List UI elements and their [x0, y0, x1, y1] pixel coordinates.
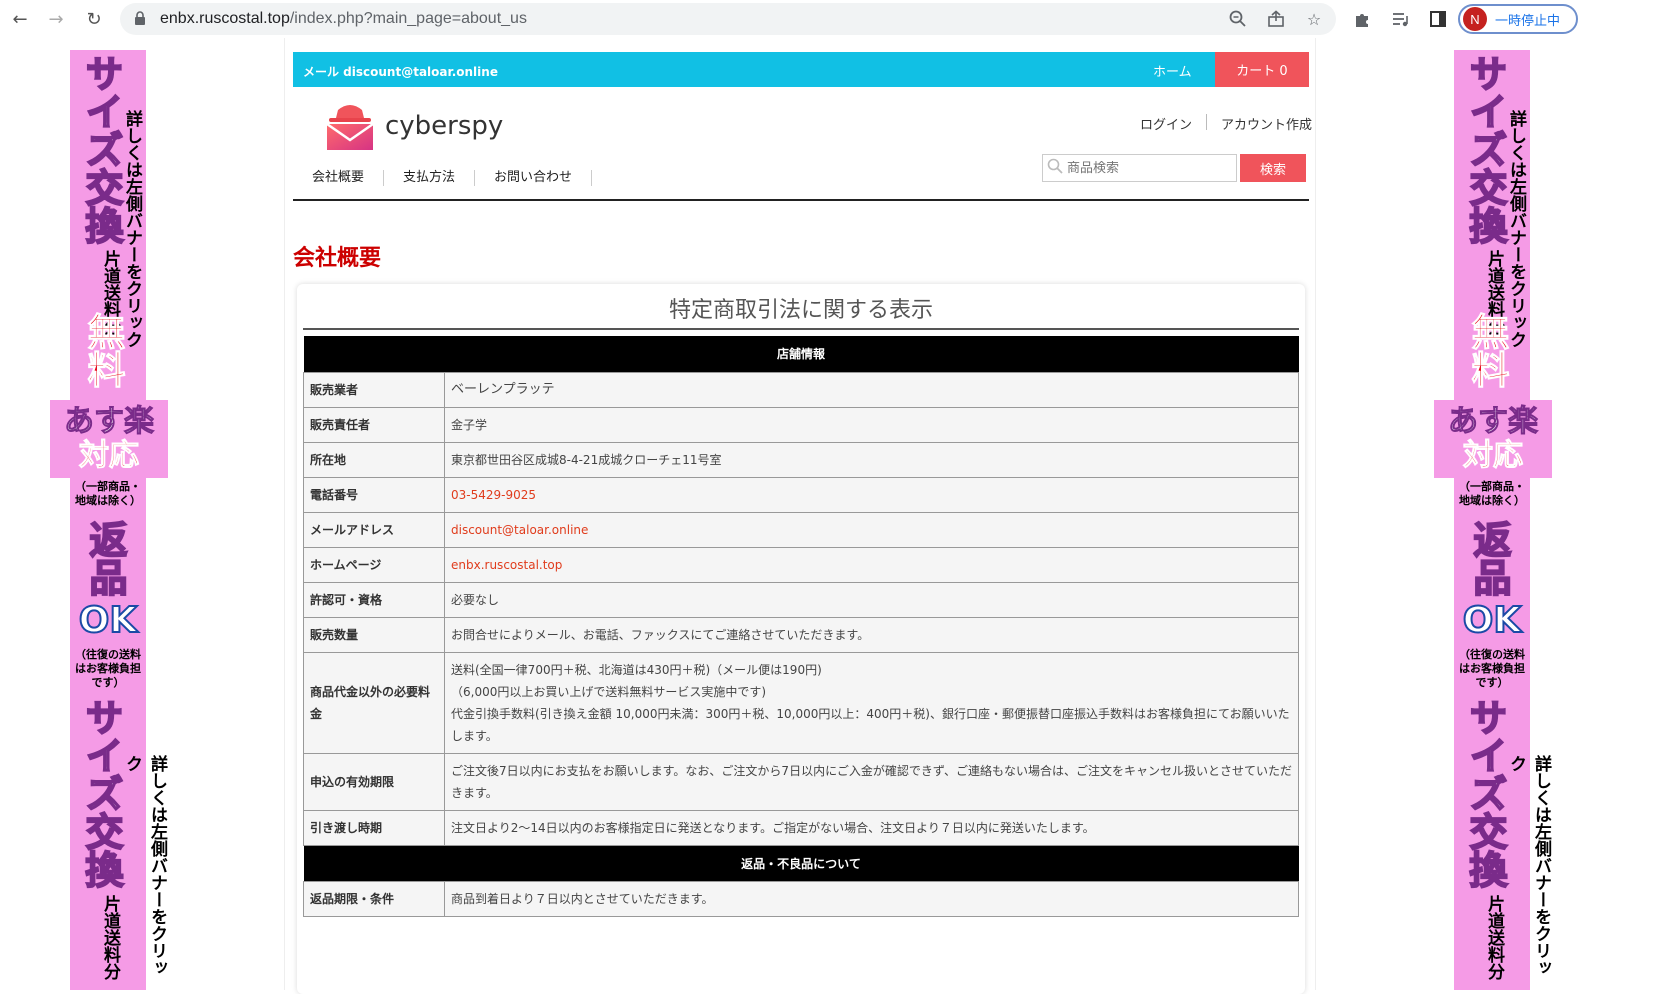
create-account-link[interactable]: アカウント作成: [1221, 114, 1312, 133]
url-text: enbx.ruscostal.top/index.php?main_page=a…: [160, 10, 527, 27]
fee-line-1: 送料(全国一律700円＋税、北海道は430円＋税)（メール便は190円): [451, 662, 822, 677]
browser-toolbar: ← → ↻ enbx.ruscostal.top/index.php?main_…: [0, 0, 1668, 38]
table-row: 許認可・資格 必要なし: [303, 581, 1299, 618]
share-icon[interactable]: [1264, 7, 1288, 31]
reload-icon[interactable]: ↻: [82, 7, 106, 31]
back-icon[interactable]: ←: [8, 7, 32, 31]
search-input[interactable]: [1067, 160, 1227, 176]
search-button[interactable]: 検索: [1240, 154, 1306, 182]
email-link[interactable]: discount@taloar.online: [444, 511, 1299, 548]
banner-asuraku-note: （一部商品・地域は除く）: [1459, 480, 1525, 507]
bookmark-star-icon[interactable]: ☆: [1302, 7, 1326, 31]
table-row: 引き渡し時期 注文日より2～14日以内のお客様指定日に発送となります。ご指定がない…: [303, 809, 1299, 846]
search-icon: [1047, 158, 1063, 178]
banner-asuraku-box: あす楽 対応: [1434, 400, 1552, 478]
section-header-returns: 返品・不良品について: [303, 845, 1299, 881]
extensions-icon[interactable]: [1350, 7, 1374, 31]
banner-asuraku-note: （一部商品・地域は除く）: [75, 480, 141, 507]
table-row: 申込の有効期限 ご注文後7日以内にお支払をお願いします。なお、ご注文から7日以内に…: [303, 752, 1299, 811]
banner-shipping-text-2: 片道送料分: [1484, 895, 1504, 980]
avatar: N: [1463, 7, 1487, 31]
table-row: 販売数量 お問合せによりメール、お電話、ファックスにてご連絡させていただきます。: [303, 616, 1299, 653]
lock-icon: [134, 10, 148, 28]
table-row: ホームページ enbx.ruscostal.top: [303, 546, 1299, 583]
table-row: 返品期限・条件 商品到着日より７日以内とさせていただきます。: [303, 880, 1299, 917]
forward-icon[interactable]: →: [44, 7, 68, 31]
banner-asuraku-box: あす楽 対応: [50, 400, 168, 478]
banner-free-text: 無料: [81, 312, 126, 389]
table-row: 商品代金以外の必要料金 送料(全国一律700円＋税、北海道は430円＋税)（メー…: [303, 651, 1299, 754]
banner-ok-text: OK: [1462, 599, 1523, 642]
profile-status: 一時停止中: [1495, 13, 1561, 29]
media-control-icon[interactable]: [1388, 7, 1412, 31]
banner-detail-text-2: 詳しくは左側バナーをクリック: [122, 755, 167, 976]
top-bar: メール discount@taloar.online ホーム カート 0: [293, 52, 1309, 87]
side-panel-icon[interactable]: [1426, 7, 1450, 31]
main-menu: 会社概要 支払方法 お問い合わせ: [293, 170, 593, 186]
legal-info-table: 店舗情報 販売業者 ベーレンプラッテ 販売責任者 金子学 所在地 東京都世田谷区成城8…: [303, 336, 1299, 917]
page-title: 会社概要: [293, 246, 382, 271]
login-link[interactable]: ログイン: [1140, 114, 1192, 133]
home-link[interactable]: ホーム: [1153, 61, 1192, 80]
banner-shipping-text-2: 片道送料分: [100, 895, 120, 980]
banner-ok-note: （往復の送料はお客様負担です）: [75, 648, 141, 689]
banner-return-text: 返品: [82, 519, 128, 597]
site-logo[interactable]: cyberspy: [325, 100, 503, 152]
banner-ok-note: （往復の送料はお客様負担です）: [1459, 648, 1525, 689]
account-links: ログイン アカウント作成: [1140, 114, 1312, 133]
profile-button[interactable]: N 一時停止中: [1458, 4, 1578, 34]
banner-ok-text: OK: [78, 599, 139, 642]
legal-info-card: 特定商取引法に関する表示 店舗情報 販売業者 ベーレンプラッテ 販売責任者 金子学 …: [297, 284, 1305, 994]
logo-mark-icon: [326, 105, 374, 150]
table-row: メールアドレス discount@taloar.online: [303, 511, 1299, 548]
banner-detail-text-2: 詳しくは左側バナーをクリック: [1506, 755, 1551, 976]
page-container: メール discount@taloar.online ホーム カート 0 cyb…: [284, 38, 1316, 994]
left-ad-banner[interactable]: サイズ交換 詳しくは左側バナーをクリック 片道送料分 無料 あす楽 対応 （一部…: [50, 50, 168, 990]
header-divider: [293, 199, 1309, 201]
menu-item-about[interactable]: 会社概要: [293, 170, 385, 186]
fee-line-3: 代金引換手数料(引き換え金額 10,000円未満：300円＋税、10,000円以…: [451, 706, 1290, 743]
right-ad-banner[interactable]: サイズ交換 詳しくは左側バナーをクリック 片道送料分 無料 あす楽 対応 （一部…: [1434, 50, 1552, 990]
cart-button[interactable]: カート 0: [1215, 52, 1309, 87]
logo-text: cyberspy: [385, 111, 504, 141]
banner-return-text: 返品: [1466, 519, 1512, 597]
menu-item-contact[interactable]: お問い合わせ: [475, 170, 593, 186]
homepage-link[interactable]: enbx.ruscostal.top: [444, 546, 1299, 583]
menu-item-payment[interactable]: 支払方法: [384, 170, 476, 186]
table-row: 所在地 東京都世田谷区成城8-4-21成城クローチェ11号室: [303, 441, 1299, 478]
table-row: 販売責任者 金子学: [303, 406, 1299, 443]
phone-link[interactable]: 03-5429-9025: [444, 476, 1299, 513]
address-bar[interactable]: enbx.ruscostal.top/index.php?main_page=a…: [120, 3, 1336, 35]
fee-line-2: （6,000円以上お買い上げで送料無料サービス実施中です): [451, 684, 767, 699]
table-row: 電話番号 03-5429-9025: [303, 476, 1299, 513]
banner-free-text: 無料: [1465, 312, 1510, 389]
contact-email[interactable]: メール discount@taloar.online: [303, 63, 498, 80]
section-header-shop: 店舗情報: [303, 336, 1299, 372]
card-title: 特定商取引法に関する表示: [303, 292, 1299, 330]
search-box: [1042, 154, 1237, 182]
zoom-icon[interactable]: [1226, 7, 1250, 31]
table-row: 販売業者 ベーレンプラッテ: [303, 371, 1299, 408]
